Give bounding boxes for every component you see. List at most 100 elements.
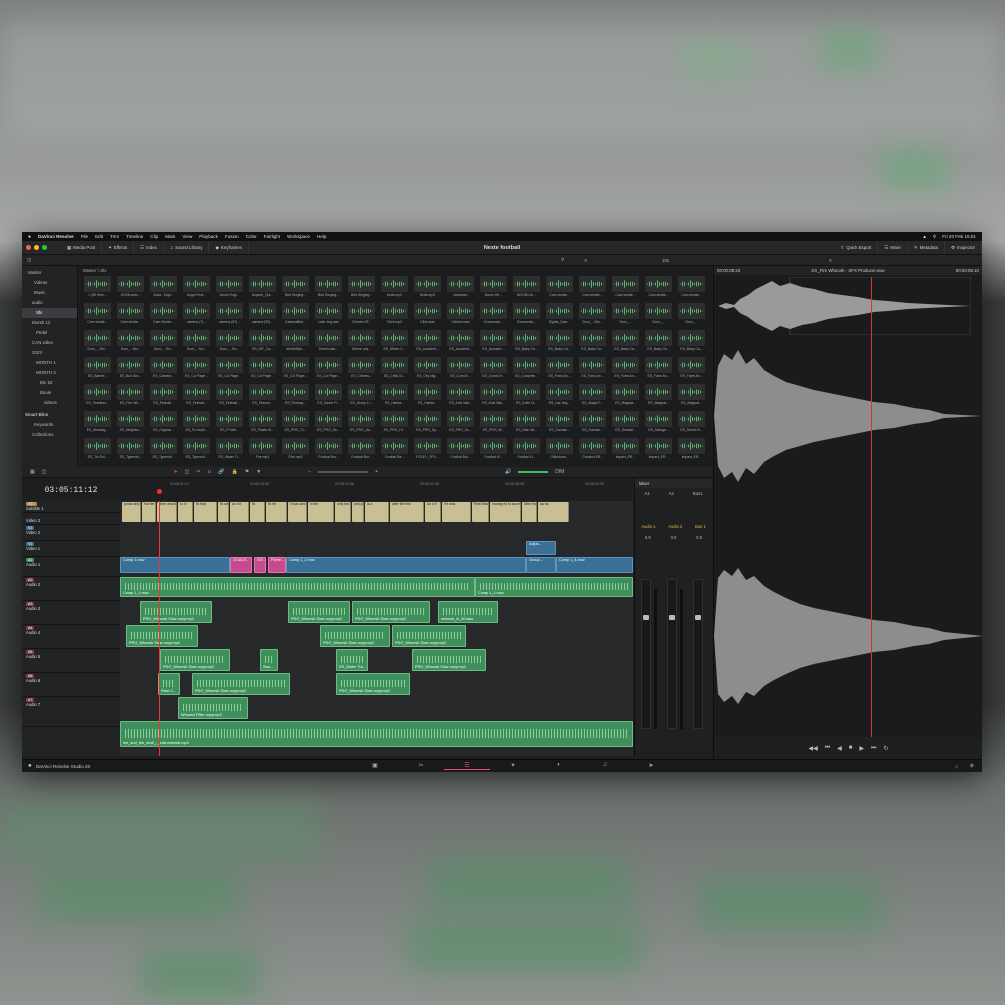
media-clip-thumbnail[interactable]: ES_Child Gi... — [380, 357, 409, 384]
home-icon[interactable]: ⌂ — [955, 764, 958, 769]
audio-clip[interactable]: PRO_Whoosh Slow copy.mp3 — [392, 625, 466, 647]
media-clip-thumbnail[interactable]: Door_...Mo... — [116, 330, 145, 357]
media-clip-thumbnail[interactable]: ES_Fireball... — [149, 384, 178, 411]
media-clip-thumbnail[interactable]: ES_Typewrit... — [149, 438, 178, 464]
menu-mark[interactable]: Mark — [165, 234, 175, 239]
media-clip-thumbnail[interactable]: ES_Cd Playe... — [248, 357, 277, 384]
audio-clip[interactable]: PRO_Whoosh Slow copy.mp3 — [336, 673, 410, 695]
jog-left-icon[interactable]: ◀◀ — [809, 745, 818, 752]
media-clip-thumbnail[interactable]: ES_PRO_Su... — [446, 411, 475, 438]
bin-item[interactable]: Music — [22, 288, 77, 298]
page-fusion-icon[interactable]: ✦ — [490, 762, 536, 770]
media-clip-thumbnail[interactable]: ES_Game Fi... — [314, 384, 343, 411]
audio-clip[interactable]: me_and_the_devil_-_instrumental.mp3 — [120, 721, 633, 747]
media-clip-thumbnail[interactable]: Footbal Bur... — [314, 438, 343, 464]
media-clip-thumbnail[interactable]: ES_Barber... — [83, 357, 112, 384]
play-reverse-icon[interactable]: ◀ — [837, 745, 842, 752]
zoom-slider[interactable] — [318, 471, 369, 473]
media-clip-thumbnail[interactable]: camera (7)... — [182, 303, 211, 330]
play-icon[interactable]: ▶ — [859, 745, 864, 752]
track-header[interactable]: Video 3 — [22, 513, 120, 525]
media-clip-thumbnail[interactable]: Crescendo... — [512, 303, 541, 330]
media-clip-thumbnail[interactable]: ES_Magical... — [644, 384, 673, 411]
subtitle-clip[interactable]: proba ably did her — [122, 502, 141, 522]
media-clip-thumbnail[interactable]: ES_Knife Cl... — [512, 384, 541, 411]
subtitle-clip[interactable]: after the first — [390, 502, 424, 522]
media-clip-thumbnail[interactable]: Cam shutte... — [644, 276, 673, 303]
media-clip-thumbnail[interactable]: Footbal Bur... — [347, 438, 376, 464]
media-clip-thumbnail[interactable]: impact_ER... — [644, 438, 673, 464]
bin-item[interactable]: Boule — [22, 388, 77, 398]
media-clip-thumbnail[interactable]: ES_Bull Gra... — [116, 357, 145, 384]
media-clip-thumbnail[interactable]: ES_Cd Playe... — [182, 357, 211, 384]
media-clip-thumbnail[interactable]: camera (87)... — [215, 303, 244, 330]
audio-clip[interactable]: PRO_Whoosh Slow copy.mp3 — [126, 625, 198, 647]
media-clip-thumbnail[interactable]: ES_Accident... — [413, 330, 442, 357]
timeline-playhead[interactable] — [159, 501, 160, 756]
subtitle-clip[interactable]: Bree ama li... — [157, 502, 177, 522]
media-clip-thumbnail[interactable]: Asylum_Qui... — [248, 276, 277, 303]
fader-bus1[interactable] — [693, 579, 703, 729]
media-clip-thumbnail[interactable]: ES_Plastic B... — [248, 411, 277, 438]
media-clip-thumbnail[interactable]: Footbal Ki... — [512, 438, 541, 464]
bin-item[interactable]: Month 12 — [22, 318, 77, 328]
subtitle-clip[interactable]: but her — [142, 502, 156, 522]
media-clip-thumbnail[interactable]: Adva - Digit... — [149, 276, 178, 303]
trim-tool-icon[interactable]: ◫ — [185, 469, 190, 475]
subtitle-clip[interactable]: only two — [335, 502, 351, 522]
viewer-playhead[interactable] — [871, 277, 872, 737]
track-header[interactable]: A1 Audio 1 — [22, 557, 120, 577]
search-icon[interactable]: ⚲ — [933, 234, 936, 240]
fader-knob[interactable] — [643, 615, 649, 620]
media-clip-thumbnail[interactable]: ES_Typewrit... — [182, 438, 211, 464]
viewer-options-icon[interactable]: ≡ — [829, 258, 832, 263]
video-clip[interactable]: GO... — [254, 557, 266, 573]
media-clip-thumbnail[interactable]: Film.mp3 — [281, 438, 310, 464]
media-clip-thumbnail[interactable]: ES_Cd Playe... — [215, 357, 244, 384]
media-clip-thumbnail[interactable]: ES_PRO_Hi... — [380, 411, 409, 438]
media-clip-thumbnail[interactable]: eberth5yw... — [281, 330, 310, 357]
media-clip-thumbnail[interactable]: Footbal Bur... — [446, 438, 475, 464]
media-clip-thumbnail[interactable]: Glitchtone... — [545, 438, 574, 464]
media-clip-thumbnail[interactable]: Door_... — [611, 303, 640, 330]
media-clip-thumbnail[interactable]: Bird Singing... — [281, 276, 310, 303]
media-clip-thumbnail[interactable]: ES_Magical... — [677, 384, 706, 411]
media-clip-thumbnail[interactable]: ES_Sunrise... — [545, 411, 574, 438]
media-pool-button[interactable]: ▦ Media Pool — [61, 241, 103, 254]
media-clip-thumbnail[interactable]: ES_Sunrise... — [578, 411, 607, 438]
bin-item-selected[interactable]: Sfx — [22, 308, 77, 318]
subtitle-clip[interactable]: aw as — [538, 502, 569, 522]
media-clip-thumbnail[interactable]: Crescendo... — [479, 303, 508, 330]
keyframes-button[interactable]: ◆ Keyframes — [209, 241, 249, 254]
clock[interactable]: Fri 20 Feb 15:01 — [942, 234, 976, 240]
media-clip-thumbnail[interactable]: ES_CD Playe... — [281, 357, 310, 384]
media-clip-thumbnail[interactable]: Footbal Ki... — [479, 438, 508, 464]
media-clip-thumbnail[interactable]: ES_Baby Ca... — [677, 330, 706, 357]
page-color-icon[interactable]: ◐ — [536, 762, 582, 770]
bin-list-toggle-icon[interactable]: ◫ — [27, 257, 31, 263]
media-clip-thumbnail[interactable]: ES_Baby Ca... — [644, 330, 673, 357]
skip-start-icon[interactable]: ⏮ — [825, 745, 830, 752]
track-header[interactable]: A6 Audio 6 — [22, 673, 120, 697]
snap-icon[interactable]: ∪ — [208, 469, 212, 475]
media-clip-thumbnail[interactable]: ES_Las Veg... — [545, 384, 574, 411]
mixer-button[interactable]: ☰ Mixer — [878, 241, 908, 254]
media-clip-thumbnail[interactable]: Door_... — [677, 303, 706, 330]
bin-item[interactable]: videos — [22, 398, 77, 408]
media-clip-thumbnail[interactable]: Dieme ods... — [347, 330, 376, 357]
media-clip-thumbnail[interactable]: ES_Firewor... — [248, 384, 277, 411]
menu-color[interactable]: Color — [246, 234, 257, 239]
timeline-ruler[interactable]: 03:05:11:12 03:05:15:00 03:05:24:08 03:0… — [120, 479, 633, 501]
menu-help[interactable]: Help — [317, 234, 326, 239]
menu-clip[interactable]: Clip — [150, 234, 158, 239]
media-clip-thumbnail[interactable]: ES_Coins Dr... — [479, 357, 508, 384]
menu-fusion[interactable]: Fusion — [225, 234, 239, 239]
media-clip-thumbnail[interactable]: ES_Baby Ca... — [578, 330, 607, 357]
media-clip-thumbnail[interactable]: ES_Tennis B... — [677, 411, 706, 438]
media-clip-thumbnail[interactable]: Door_...Sci... — [149, 330, 178, 357]
media-clip-thumbnail[interactable]: Cam shutte... — [611, 276, 640, 303]
media-clip-thumbnail[interactable]: ES_PRO_Gu... — [314, 411, 343, 438]
media-clip-thumbnail[interactable]: ES_Concrete... — [512, 357, 541, 384]
media-clip-thumbnail[interactable]: Footbal Ba... — [380, 438, 409, 464]
media-clip-thumbnail[interactable]: Door_... — [644, 303, 673, 330]
